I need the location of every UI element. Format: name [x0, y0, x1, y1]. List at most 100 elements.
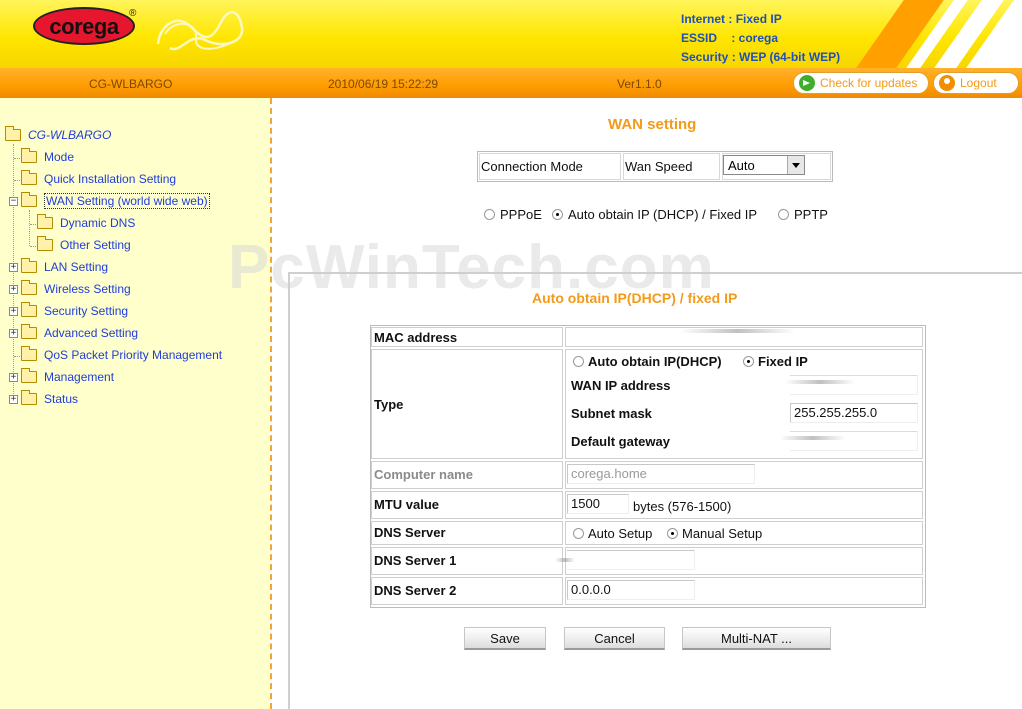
sidebar-root[interactable]: CG-WLBARGO — [5, 126, 111, 144]
sidebar-item-label: Dynamic DNS — [60, 216, 136, 230]
dns-manual-label: Manual Setup — [682, 526, 763, 541]
wan-ip-redacted — [785, 380, 855, 384]
sidebar-item-label: Wireless Setting — [44, 282, 131, 296]
page-title: WAN setting — [608, 116, 697, 133]
security-label: Security — [681, 50, 729, 64]
sidebar-item-label: Mode — [44, 150, 75, 164]
sidebar-item-wireless-setting[interactable]: Wireless Setting — [21, 280, 131, 298]
sidebar-item-status[interactable]: Status — [21, 390, 78, 408]
section-title: Auto obtain IP(DHCP) / fixed IP — [532, 290, 738, 306]
pppoe-label: PPPoE — [500, 207, 542, 222]
dns-label: DNS Server — [374, 525, 446, 540]
essid-label: ESSID — [681, 31, 718, 45]
wan-ip-label: WAN IP address — [571, 378, 671, 393]
mac-value-redacted — [680, 329, 795, 333]
type-auto-label: Auto obtain IP(DHCP) — [588, 354, 722, 369]
folder-icon — [21, 390, 37, 405]
expand-icon[interactable]: + — [9, 395, 18, 404]
multi-nat-button[interactable]: Multi-NAT ... — [682, 627, 831, 650]
pppoe-radio[interactable] — [484, 209, 495, 220]
expand-icon[interactable]: + — [9, 373, 18, 382]
folder-open-icon — [5, 126, 21, 141]
sidebar-item-label: Security Setting — [44, 304, 129, 318]
date-time: 2010/06/19 15:22:29 — [328, 77, 439, 91]
corega-logo: corega — [33, 7, 135, 45]
sidebar-item-qos[interactable]: QoS Packet Priority Management — [21, 346, 222, 364]
logo-text: corega — [49, 14, 119, 39]
folder-icon — [21, 346, 37, 361]
registered-mark: ® — [129, 8, 137, 19]
type-fixed-radio[interactable] — [743, 356, 754, 367]
wan-speed-value: Auto — [728, 158, 755, 173]
check-updates-button[interactable]: Check for updates — [793, 72, 929, 94]
pptp-label: PPTP — [794, 207, 828, 222]
connection-mode-label: Connection Mode — [481, 159, 583, 174]
expand-icon[interactable]: + — [9, 329, 18, 338]
security-value: : WEP (64-bit WEP) — [731, 50, 841, 64]
logout-label: Logout — [960, 76, 997, 90]
essid-info: ESSID : corega — [681, 31, 778, 45]
expand-icon[interactable]: + — [9, 285, 18, 294]
sidebar-item-quick-installation[interactable]: Quick Installation Setting — [21, 170, 176, 188]
status-bar: CG-WLBARGO 2010/06/19 15:22:29 Ver1.1.0 … — [0, 68, 1022, 98]
dns-auto-label: Auto Setup — [588, 526, 653, 541]
sidebar-item-lan-setting[interactable]: LAN Setting — [21, 258, 108, 276]
sidebar-item-label: QoS Packet Priority Management — [44, 348, 223, 362]
sidebar-item-label: LAN Setting — [44, 260, 109, 274]
cancel-button[interactable]: Cancel — [564, 627, 665, 650]
folder-icon — [21, 302, 37, 317]
arrow-right-icon — [799, 75, 815, 91]
folder-icon — [37, 236, 53, 251]
sidebar-divider — [270, 98, 272, 709]
user-icon — [939, 75, 955, 91]
type-auto-radio[interactable] — [573, 356, 584, 367]
dns-manual-radio[interactable] — [667, 528, 678, 539]
sidebar-item-mode[interactable]: Mode — [21, 148, 74, 166]
folder-icon — [37, 214, 53, 229]
pptp-radio[interactable] — [778, 209, 789, 220]
sidebar-item-label: Status — [44, 392, 79, 406]
wan-ip-input[interactable] — [790, 375, 918, 395]
folder-icon — [21, 368, 37, 383]
type-label: Type — [374, 397, 404, 412]
dns1-input[interactable] — [567, 550, 695, 570]
dhcp-fixed-radio[interactable] — [552, 209, 563, 220]
essid-value: : corega — [731, 31, 779, 45]
firmware-version: Ver1.1.0 — [617, 77, 662, 91]
folder-icon — [21, 148, 37, 163]
dhcp-fixed-label: Auto obtain IP (DHCP) / Fixed IP — [568, 207, 758, 222]
sidebar-item-label: Advanced Setting — [44, 326, 139, 340]
wan-speed-label: Wan Speed — [625, 159, 693, 174]
expand-icon[interactable]: + — [9, 307, 18, 316]
dns1-label: DNS Server 1 — [374, 553, 457, 568]
internet-value: : Fixed IP — [728, 12, 782, 26]
sidebar-item-wan-setting[interactable]: WAN Setting (world wide web) — [21, 192, 210, 210]
sidebar-item-label: Other Setting — [60, 238, 131, 252]
sidebar-item-dynamic-dns[interactable]: Dynamic DNS — [37, 214, 135, 232]
tree-connector — [29, 210, 30, 246]
computer-name-label: Computer name — [374, 467, 473, 482]
sidebar-item-management[interactable]: Management — [21, 368, 114, 386]
save-button[interactable]: Save — [464, 627, 546, 650]
folder-open-icon — [21, 192, 37, 207]
expand-icon[interactable]: + — [9, 263, 18, 272]
type-fixed-label: Fixed IP — [758, 354, 808, 369]
mtu-input[interactable]: 1500 — [567, 494, 629, 514]
subnet-input[interactable]: 255.255.255.0 — [790, 403, 918, 423]
wan-speed-select[interactable]: Auto — [723, 155, 805, 175]
folder-icon — [21, 324, 37, 339]
dns2-input[interactable]: 0.0.0.0 — [567, 580, 695, 600]
collapse-icon[interactable]: − — [9, 197, 18, 206]
check-updates-label: Check for updates — [820, 76, 918, 90]
internet-info: Internet : Fixed IP — [681, 12, 782, 26]
gateway-redacted — [780, 436, 845, 440]
logout-button[interactable]: Logout — [933, 72, 1019, 94]
sidebar-item-advanced-setting[interactable]: Advanced Setting — [21, 324, 138, 342]
sidebar-item-other-setting[interactable]: Other Setting — [37, 236, 131, 254]
mac-label: MAC address — [374, 330, 458, 345]
sidebar-item-security-setting[interactable]: Security Setting — [21, 302, 128, 320]
dns-auto-radio[interactable] — [573, 528, 584, 539]
dns1-redacted — [555, 558, 575, 562]
gateway-input[interactable] — [790, 431, 918, 451]
sidebar-item-label: WAN Setting (world wide web) — [44, 193, 210, 209]
